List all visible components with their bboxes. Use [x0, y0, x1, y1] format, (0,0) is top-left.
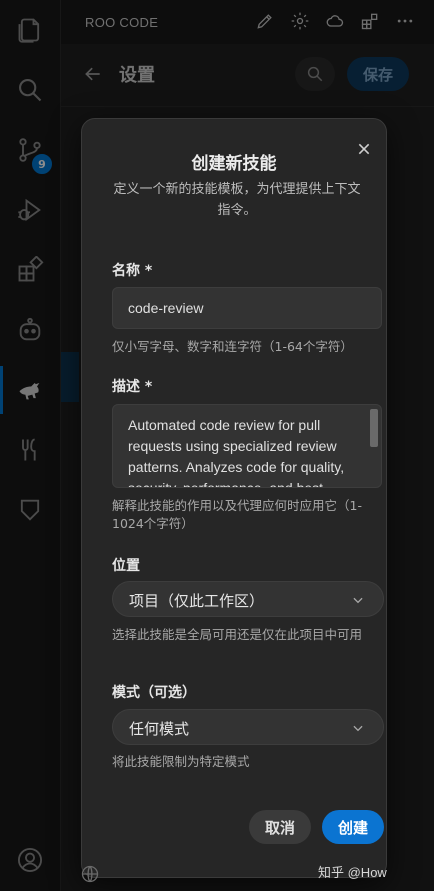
- description-scrollbar[interactable]: [370, 409, 378, 447]
- watermark: 知乎 @How: [318, 865, 387, 880]
- dialog-title: 创建新技能: [191, 154, 277, 174]
- mode-help: 将此技能限制为特定模式: [112, 754, 250, 769]
- description-value: Automated code review for pull requests …: [128, 417, 345, 487]
- name-label: 名称 *: [112, 263, 153, 279]
- mode-label: 模式（可选）: [112, 685, 196, 701]
- description-label: 描述 *: [112, 379, 153, 395]
- create-button[interactable]: 创建: [322, 810, 384, 844]
- vscode-window: 9 ROO CODE 设置 保存 创建新技能 定义一个新的技能模板，为代理提供上…: [0, 0, 434, 891]
- dialog-subtitle: 定义一个新的技能模板，为代理提供上下文指令。: [113, 182, 361, 218]
- description-textarea[interactable]: Automated code review for pull requests …: [112, 404, 382, 488]
- chevron-down-icon: [353, 597, 363, 604]
- location-help: 选择此技能是全局可用还是仅在此项目中可用: [112, 627, 363, 642]
- cancel-button[interactable]: 取消: [249, 810, 311, 844]
- create-skill-dialog: 创建新技能 定义一个新的技能模板，为代理提供上下文指令。 名称 * code-r…: [81, 118, 387, 878]
- name-input-value: code-review: [128, 300, 204, 316]
- location-label: 位置: [112, 558, 140, 574]
- name-help: 仅小写字母、数字和连字符（1-64个字符）: [112, 339, 353, 354]
- mode-select[interactable]: 任何模式: [112, 709, 384, 745]
- chevron-down-icon: [353, 725, 363, 732]
- description-help: 解释此技能的作用以及代理应何时应用它（1-1024个字符）: [112, 498, 362, 531]
- name-input[interactable]: code-review: [112, 287, 382, 329]
- globe-icon: [81, 865, 99, 883]
- location-select[interactable]: 项目（仅此工作区）: [112, 581, 384, 617]
- location-select-value: 项目（仅此工作区）: [129, 592, 265, 610]
- mode-select-value: 任何模式: [129, 720, 190, 738]
